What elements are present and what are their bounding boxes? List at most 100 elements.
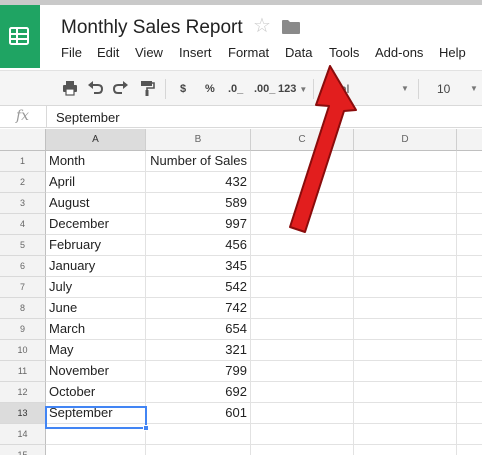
cell-empty[interactable] [457, 172, 482, 193]
more-formats-button[interactable]: 123 ▼ [278, 80, 307, 98]
cell-sales[interactable]: 432 [146, 172, 251, 193]
cell-empty[interactable] [457, 256, 482, 277]
cell-sales[interactable] [146, 445, 251, 455]
column-header-b[interactable]: B [146, 129, 251, 151]
cell-month[interactable]: November [46, 361, 146, 382]
row-header[interactable]: 3 [0, 193, 46, 214]
cell-empty[interactable] [251, 256, 354, 277]
row-header[interactable]: 14 [0, 424, 46, 445]
cell-empty[interactable] [354, 319, 457, 340]
menu-add-ons[interactable]: Add-ons [375, 45, 423, 60]
cell-empty[interactable] [251, 445, 354, 455]
row-header[interactable]: 15 [0, 445, 46, 455]
print-button[interactable] [62, 80, 78, 98]
row-header[interactable]: 13 [0, 403, 46, 424]
select-all-corner[interactable] [0, 129, 46, 151]
increase-decimal-button[interactable]: .00_ [254, 80, 275, 98]
fill-handle[interactable] [143, 425, 149, 431]
cell-empty[interactable] [354, 382, 457, 403]
row-header[interactable]: 6 [0, 256, 46, 277]
cell-empty[interactable] [251, 214, 354, 235]
cell-sales[interactable]: 589 [146, 193, 251, 214]
cell-empty[interactable] [457, 277, 482, 298]
paint-format-button[interactable] [139, 80, 155, 98]
menu-edit[interactable]: Edit [97, 45, 119, 60]
document-title[interactable]: Monthly Sales Report [61, 17, 243, 39]
cell-empty[interactable] [457, 340, 482, 361]
cell-empty[interactable] [457, 382, 482, 403]
cell-empty[interactable] [354, 172, 457, 193]
column-header-d[interactable]: D [354, 129, 457, 151]
cell-empty[interactable] [457, 214, 482, 235]
cell-month[interactable]: April [46, 172, 146, 193]
cell-empty[interactable] [457, 445, 482, 455]
cell-month[interactable]: February [46, 235, 146, 256]
cell-month[interactable]: May [46, 340, 146, 361]
cell-empty[interactable] [251, 319, 354, 340]
row-header[interactable]: 12 [0, 382, 46, 403]
cell-sales[interactable]: 742 [146, 298, 251, 319]
undo-button[interactable] [87, 80, 103, 98]
cell-month[interactable]: January [46, 256, 146, 277]
cell-sales[interactable]: 601 [146, 403, 251, 424]
cell-month[interactable] [46, 445, 146, 455]
row-header[interactable]: 9 [0, 319, 46, 340]
cell-sales[interactable]: 654 [146, 319, 251, 340]
cell-empty[interactable] [354, 424, 457, 445]
column-header-e[interactable] [457, 129, 482, 151]
star-icon[interactable]: ☆ [253, 16, 271, 36]
cell-empty[interactable] [251, 151, 354, 172]
cell-empty[interactable] [251, 172, 354, 193]
cell-empty[interactable] [251, 235, 354, 256]
cell-month[interactable]: December [46, 214, 146, 235]
column-header-a[interactable]: A [46, 129, 146, 151]
cell-month[interactable]: August [46, 193, 146, 214]
row-header[interactable]: 11 [0, 361, 46, 382]
cell-empty[interactable] [457, 193, 482, 214]
row-header[interactable]: 1 [0, 151, 46, 172]
cell-empty[interactable] [457, 424, 482, 445]
cell-empty[interactable] [354, 193, 457, 214]
cell-empty[interactable] [354, 340, 457, 361]
cell-empty[interactable] [457, 298, 482, 319]
cell-empty[interactable] [251, 424, 354, 445]
chevron-down-icon[interactable]: ▼ [401, 80, 409, 98]
cell-empty[interactable] [354, 214, 457, 235]
font-size-select[interactable]: 10 [437, 80, 450, 98]
cell-empty[interactable] [354, 361, 457, 382]
chevron-down-icon[interactable]: ▼ [470, 80, 478, 98]
cell-empty[interactable] [457, 319, 482, 340]
cell-empty[interactable] [251, 277, 354, 298]
cell-month[interactable]: March [46, 319, 146, 340]
menu-format[interactable]: Format [228, 45, 269, 60]
cell-empty[interactable] [457, 235, 482, 256]
cell-sales[interactable]: 456 [146, 235, 251, 256]
folder-icon[interactable] [282, 20, 300, 34]
cell-empty[interactable] [354, 445, 457, 455]
cell-empty[interactable] [354, 151, 457, 172]
menu-help[interactable]: Help [439, 45, 466, 60]
row-header[interactable]: 10 [0, 340, 46, 361]
row-header[interactable]: 2 [0, 172, 46, 193]
cell-sales[interactable]: Number of Sales [146, 151, 251, 172]
column-header-c[interactable]: C [251, 129, 354, 151]
row-header[interactable]: 5 [0, 235, 46, 256]
menu-data[interactable]: Data [285, 45, 312, 60]
menu-file[interactable]: File [61, 45, 82, 60]
menu-view[interactable]: View [135, 45, 163, 60]
cell-empty[interactable] [251, 382, 354, 403]
percent-format-button[interactable]: % [205, 80, 215, 98]
sheets-logo[interactable] [0, 5, 40, 68]
cell-empty[interactable] [457, 403, 482, 424]
row-header[interactable]: 7 [0, 277, 46, 298]
font-family-select[interactable]: al [340, 80, 349, 98]
cell-empty[interactable] [354, 403, 457, 424]
cell-empty[interactable] [251, 193, 354, 214]
decrease-decimal-button[interactable]: .0_ [228, 80, 243, 98]
cell-month[interactable]: Month [46, 151, 146, 172]
cell-sales[interactable] [146, 424, 251, 445]
cell-month[interactable]: September [46, 403, 146, 424]
cell-empty[interactable] [457, 151, 482, 172]
cell-sales[interactable]: 799 [146, 361, 251, 382]
menu-tools[interactable]: Tools [329, 45, 359, 60]
